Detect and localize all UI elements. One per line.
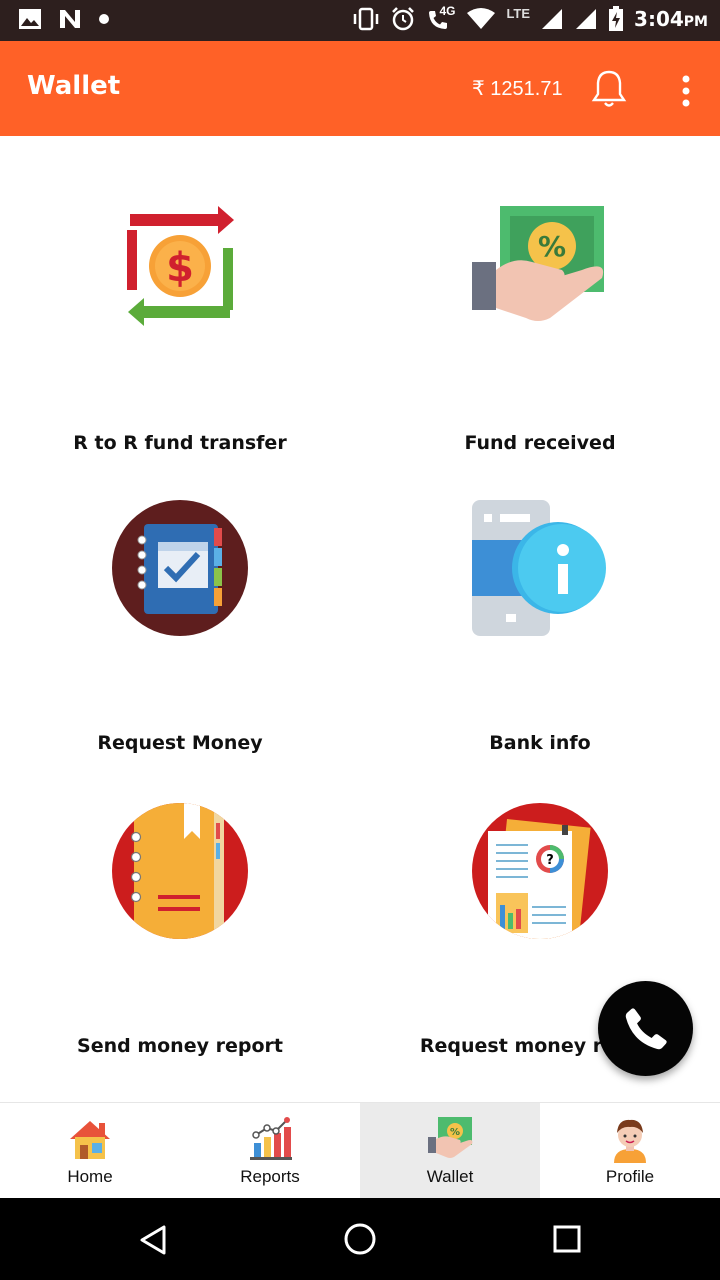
nav-label: Profile	[605, 1167, 655, 1186]
nav-label: Home	[67, 1167, 113, 1186]
nav-item-reports[interactable]: Reports	[180, 1103, 360, 1199]
back-icon[interactable]	[138, 1224, 170, 1256]
svg-text:%: %	[538, 230, 566, 263]
system-navigation-bar	[0, 1198, 720, 1280]
status-left-icons	[18, 8, 110, 30]
fund-transfer-icon: $	[127, 206, 234, 326]
reports-icon	[250, 1117, 292, 1160]
tile-label: Request Money	[97, 732, 263, 754]
tile-bank-info[interactable]: Bank info	[360, 500, 720, 800]
phone-icon	[625, 1008, 667, 1050]
request-money-icon	[112, 500, 248, 636]
status-bar: 4G LTE 3:04PM	[0, 0, 720, 41]
signal-icon-2	[576, 9, 597, 29]
request-money-report-icon: ?	[472, 803, 608, 939]
battery-icon	[609, 6, 624, 31]
tile-send-money-report[interactable]: Send money report	[0, 803, 360, 1103]
nav-label: Wallet	[426, 1167, 474, 1186]
app-bar: Wallet ₹ 1251.71	[0, 41, 720, 136]
network-small-label: 4G	[439, 4, 456, 18]
tile-label: Fund received	[464, 432, 616, 454]
tile-label: Bank info	[489, 732, 591, 754]
home-icon	[70, 1121, 110, 1159]
nav-item-wallet[interactable]: % Wallet	[360, 1103, 540, 1199]
tile-label: Send money report	[77, 1035, 283, 1057]
wallet-icon: %	[428, 1117, 473, 1158]
recents-icon[interactable]	[552, 1224, 582, 1254]
bottom-navigation: Home Reports % Wallet Profile	[0, 1102, 720, 1199]
svg-text:%: %	[450, 1127, 460, 1138]
vibrate-icon	[354, 7, 379, 31]
wifi-icon	[467, 8, 496, 29]
nav-label: Reports	[240, 1167, 300, 1186]
clock: 3:04PM	[634, 7, 708, 31]
tile-request-money[interactable]: Request Money	[0, 500, 360, 800]
clock-time: 3:04	[634, 7, 684, 31]
network-label: LTE	[506, 5, 531, 21]
more-vert-icon[interactable]	[672, 73, 700, 109]
dot-icon	[99, 14, 109, 24]
clock-ampm: PM	[683, 14, 708, 30]
n-app-icon	[60, 10, 80, 28]
call-4g-indicator: 4G	[426, 4, 456, 32]
status-right-icons: 4G LTE 3:04PM	[352, 4, 708, 32]
page-title: Wallet	[27, 71, 121, 101]
send-money-report-icon	[112, 803, 248, 939]
bell-icon[interactable]	[591, 69, 627, 109]
nav-item-profile[interactable]: Profile	[540, 1103, 720, 1199]
bank-info-icon	[472, 500, 606, 636]
call-fab-button[interactable]	[598, 981, 693, 1076]
tile-fund-transfer[interactable]: $ R to R fund transfer	[0, 200, 360, 500]
nav-item-home[interactable]: Home	[0, 1103, 180, 1199]
signal-icon	[542, 9, 563, 29]
alarm-icon	[392, 7, 415, 31]
home-circle-icon[interactable]	[343, 1222, 377, 1256]
profile-icon	[614, 1119, 646, 1163]
svg-text:?: ?	[546, 853, 554, 868]
tile-fund-received[interactable]: % Fund received	[360, 200, 720, 500]
tile-label: R to R fund transfer	[73, 432, 287, 454]
image-icon	[19, 9, 41, 29]
wallet-balance: ₹ 1251.71	[472, 78, 563, 100]
svg-text:$: $	[166, 245, 194, 291]
fund-received-icon: %	[472, 206, 604, 321]
